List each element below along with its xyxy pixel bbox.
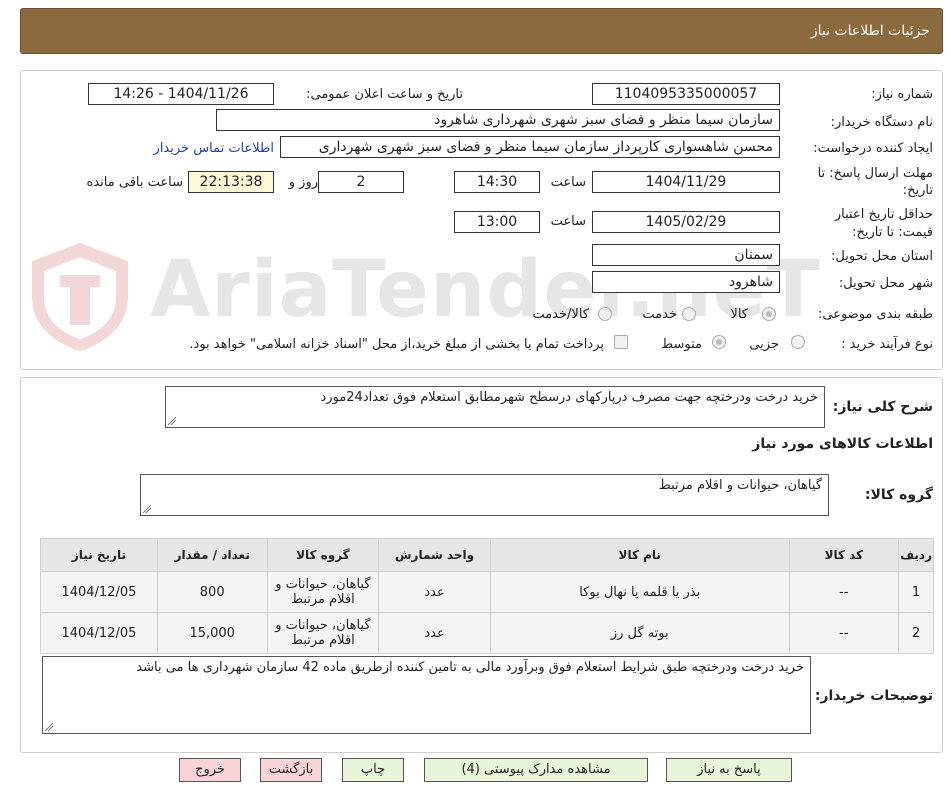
announce-field: 1404/11/26 - 14:26 [88, 83, 274, 105]
col-header-need-date: تاریخ نیاز [40, 538, 158, 572]
summary-text: خرید درخت ودرختچه جهت مصرف درپارکهای درس… [320, 390, 818, 405]
cell-need-date: 1404/12/05 [40, 571, 158, 613]
cell-row-number: 2 [898, 612, 934, 654]
validity-time-label: ساعت [550, 214, 586, 229]
process-label: نوع فرآیند خرید : [841, 337, 933, 352]
deadline-date-field: 1404/11/29 [592, 171, 780, 193]
table-header-row: ردیف کد کالا نام کالا واحد شمارش گروه کا… [40, 538, 934, 572]
col-header-quantity: تعداد / مقدار [156, 538, 268, 572]
col-header-item-name: نام کالا [489, 538, 790, 572]
goods-group-textarea[interactable]: گیاهان، حیوانات و اقلام مرتبط [140, 474, 829, 516]
cell-item-name: بوته گل رز [489, 612, 790, 654]
cell-unit: عدد [378, 612, 491, 654]
resize-grip-icon[interactable] [168, 417, 176, 425]
items-table: ردیف کد کالا نام کالا واحد شمارش گروه کا… [40, 538, 934, 654]
category-radio-goods-service[interactable] [598, 307, 612, 321]
col-header-item-code: کد کالا [788, 538, 900, 572]
goods-section-title: اطلاعات کالاهای مورد نیاز [752, 436, 933, 452]
print-button[interactable]: چاپ [342, 758, 404, 782]
summary-label: شرح کلی نیاز: [832, 399, 933, 415]
announce-label: تاریخ و ساعت اعلان عمومی: [306, 87, 463, 102]
buyer-contact-link[interactable]: اطلاعات تماس خریدار [154, 141, 274, 156]
cell-row-number: 1 [898, 571, 934, 613]
category-option-service: خدمت [642, 307, 677, 322]
buyer-org-field: سازمان سیما منظر و فضای سبز شهری شهرداری… [216, 109, 780, 131]
exit-button[interactable]: خروج [179, 758, 241, 782]
remaining-time-field: 22:13:38 [188, 171, 274, 193]
validity-label-line1: حداقل تاریخ اعتبار [834, 207, 933, 222]
deadline-time-label: ساعت [550, 175, 586, 190]
need-number-field: 1104095335000057 [592, 83, 780, 105]
process-radio-minor[interactable] [791, 335, 805, 349]
city-label: شهر محل تحویل: [838, 276, 933, 291]
category-option-goods: کالا [730, 307, 748, 322]
col-header-row-number: ردیف [898, 538, 934, 572]
creator-label: ایجاد کننده درخواست: [813, 141, 933, 156]
cell-unit: عدد [378, 571, 491, 613]
goods-group-text: گیاهان، حیوانات و اقلام مرتبط [658, 478, 822, 493]
creator-field: محسن شاهسواری کارپرداز سازمان سیما منظر … [280, 136, 780, 158]
deadline-label-line1: مهلت ارسال پاسخ: تا [817, 166, 933, 181]
table-row: 2 -- بوته گل رز عدد گیاهان، حیوانات و اق… [40, 612, 934, 654]
province-field: سمنان [592, 244, 780, 266]
resize-grip-icon[interactable] [143, 505, 151, 513]
days-remaining-field: 2 [318, 171, 404, 193]
city-field: شاهرود [592, 271, 780, 293]
resize-grip-icon[interactable] [45, 723, 53, 731]
cell-quantity: 15,000 [156, 612, 268, 654]
process-radio-medium[interactable] [712, 335, 726, 349]
need-number-label: شماره نیاز: [871, 87, 933, 102]
days-label: روز و [288, 175, 318, 190]
category-option-goods-service: کالا/خدمت [532, 307, 589, 322]
treasury-payment-note: پرداخت تمام یا بخشی از مبلغ خرید،از محل … [189, 337, 604, 352]
col-header-group: گروه کالا [266, 538, 380, 572]
validity-time-field: 13:00 [454, 211, 540, 233]
buyer-notes-label: توضیحات خریدار: [814, 688, 933, 704]
cell-group: گیاهان، حیوانات و اقلام مرتبط [266, 571, 380, 613]
buyer-notes-text: خرید درخت ودرختچه طبق شرایط استعلام فوق … [136, 660, 804, 675]
view-attachments-button[interactable]: مشاهده مدارک پیوستی (4) [424, 758, 648, 782]
col-header-unit: واحد شمارش [378, 538, 491, 572]
cell-need-date: 1404/12/05 [40, 612, 158, 654]
cell-item-name: بذر یا قلمه یا نهال یوکا [489, 571, 790, 613]
category-label: طبقه بندی موضوعی: [817, 307, 933, 322]
page-header: جزئیات اطلاعات نیاز [20, 8, 943, 54]
table-row: 1 -- بذر یا قلمه یا نهال یوکا عدد گیاهان… [40, 571, 934, 613]
back-button[interactable]: بازگشت [260, 758, 322, 782]
summary-textarea[interactable]: خرید درخت ودرختچه جهت مصرف درپارکهای درس… [165, 386, 825, 428]
category-radio-goods[interactable] [762, 307, 776, 321]
category-radio-service[interactable] [682, 307, 696, 321]
deadline-time-field: 14:30 [454, 171, 540, 193]
province-label: استان محل تحویل: [831, 249, 933, 264]
reply-button[interactable]: پاسخ به نیاز [666, 758, 792, 782]
cell-group: گیاهان، حیوانات و اقلام مرتبط [266, 612, 380, 654]
validity-date-field: 1405/02/29 [592, 211, 780, 233]
buyer-org-label: نام دستگاه خریدار: [830, 115, 933, 130]
deadline-label-line2: تاریخ: [902, 183, 933, 198]
remaining-label: ساعت باقی مانده [86, 175, 183, 190]
validity-label-line2: قیمت: تا تاریخ: [852, 225, 933, 240]
process-option-medium: متوسط [661, 337, 702, 352]
buyer-notes-textarea[interactable]: خرید درخت ودرختچه طبق شرایط استعلام فوق … [42, 656, 811, 734]
goods-group-label: گروه کالا: [864, 487, 933, 503]
process-option-minor: جزیی [749, 337, 779, 352]
treasury-payment-checkbox[interactable] [614, 335, 628, 349]
page-title: جزئیات اطلاعات نیاز [810, 23, 930, 39]
cell-item-code: -- [788, 571, 900, 613]
cell-item-code: -- [788, 612, 900, 654]
cell-quantity: 800 [156, 571, 268, 613]
